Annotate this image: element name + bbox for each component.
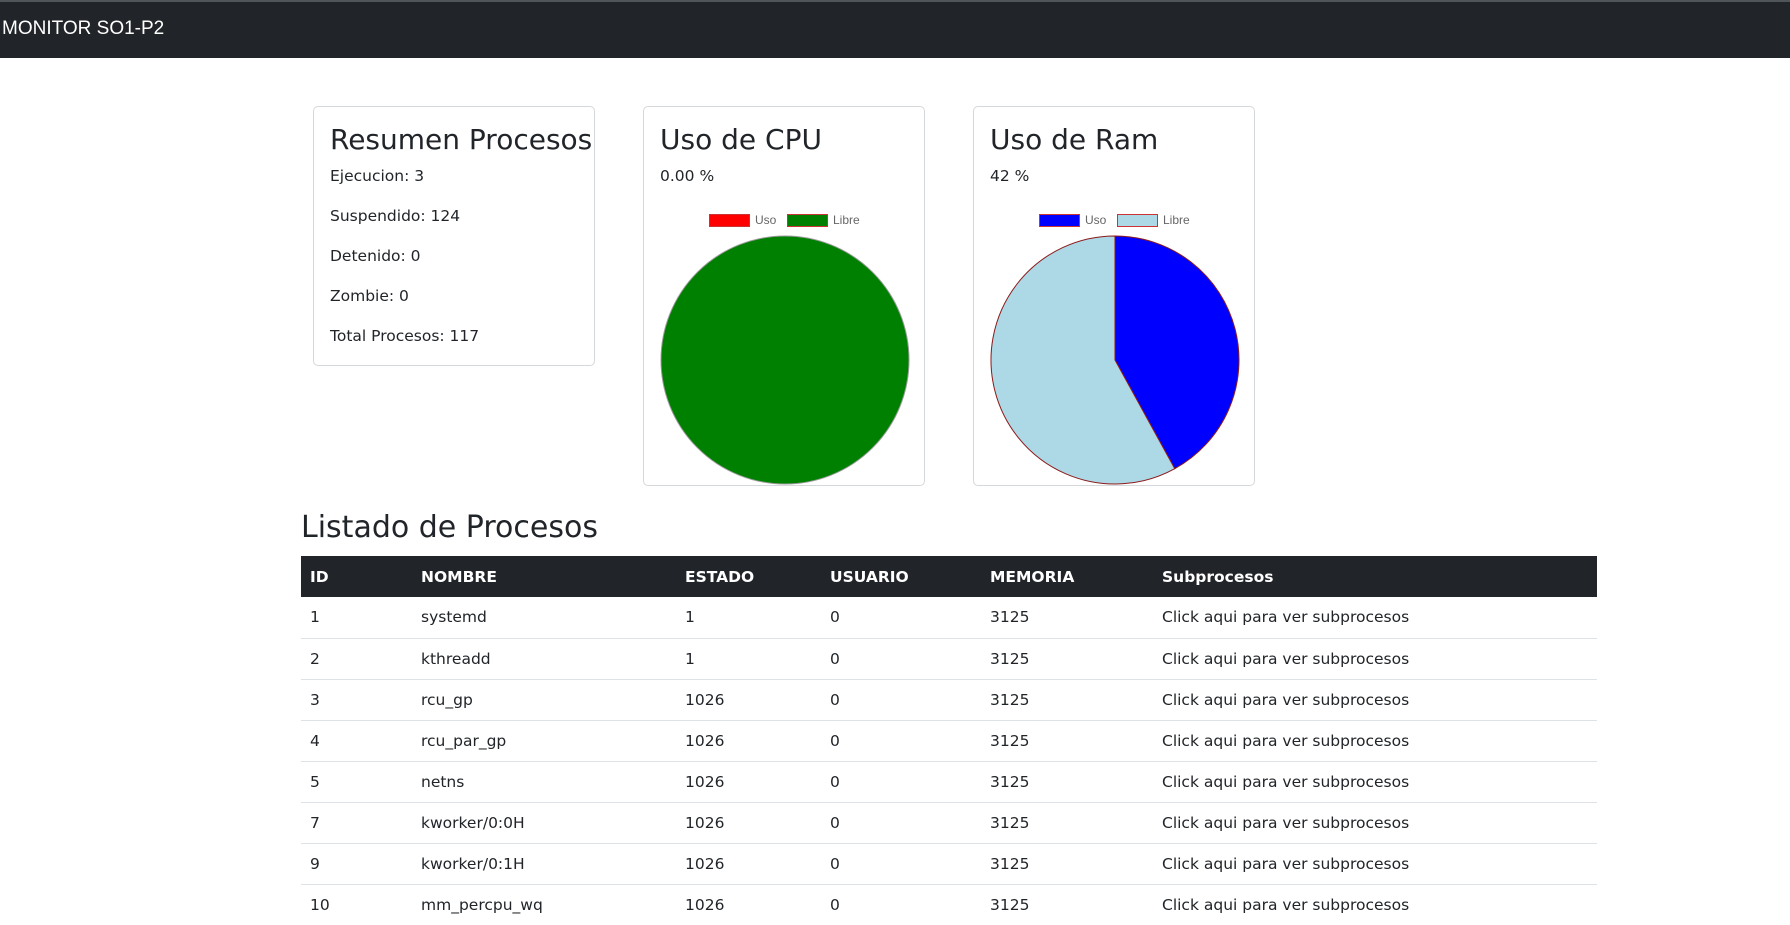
cell-usuario: 0 xyxy=(821,761,981,803)
ram-value: 42 % xyxy=(990,167,1030,185)
subprocess-link[interactable]: Click aqui para ver subprocesos xyxy=(1153,638,1597,680)
ram-legend-uso-label: Uso xyxy=(1085,213,1107,227)
cell-estado: 1 xyxy=(676,638,821,680)
cell-memoria: 3125 xyxy=(981,597,1153,639)
summary-card: Resumen Procesos Ejecucion: 3 Suspendido… xyxy=(313,106,595,366)
header-usuario: USUARIO xyxy=(821,556,981,597)
cell-usuario: 0 xyxy=(821,720,981,762)
cpu-legend: Uso Libre xyxy=(644,212,924,228)
cell-usuario: 0 xyxy=(821,843,981,885)
cell-memoria: 3125 xyxy=(981,720,1153,762)
ram-legend-uso-swatch xyxy=(1039,214,1080,227)
cpu-legend-uso-label: Uso xyxy=(755,213,777,227)
cell-nombre: mm_percpu_wq xyxy=(412,884,676,925)
cell-estado: 1026 xyxy=(676,679,821,721)
cell-nombre: rcu_gp xyxy=(412,679,676,721)
process-table: ID NOMBRE ESTADO USUARIO MEMORIA Subproc… xyxy=(301,556,1597,925)
subprocess-link[interactable]: Click aqui para ver subprocesos xyxy=(1153,761,1597,803)
cell-usuario: 0 xyxy=(821,597,981,639)
subprocess-link[interactable]: Click aqui para ver subprocesos xyxy=(1153,597,1597,639)
header-memoria: MEMORIA xyxy=(981,556,1153,597)
cell-memoria: 3125 xyxy=(981,802,1153,844)
cell-usuario: 0 xyxy=(821,638,981,680)
table-row: 7 kworker/0:0H 1026 0 3125 Click aqui para ve… xyxy=(301,802,1597,844)
cell-memoria: 3125 xyxy=(981,843,1153,885)
process-table-body: 1 systemd 1 0 3125 Click aqui para ver subpro… xyxy=(301,597,1597,925)
subprocess-link[interactable]: Click aqui para ver subprocesos xyxy=(1153,884,1597,925)
cpu-card: Uso de CPU 0.00 % Uso Libre xyxy=(643,106,925,486)
subprocess-link[interactable]: Click aqui para ver subprocesos xyxy=(1153,679,1597,721)
cell-memoria: 3125 xyxy=(981,679,1153,721)
summary-suspendido: Suspendido: 124 xyxy=(330,207,461,225)
ram-legend-libre-label: Libre xyxy=(1163,213,1190,227)
cpu-pie-chart xyxy=(660,235,910,485)
cell-estado: 1026 xyxy=(676,720,821,762)
cpu-value: 0.00 % xyxy=(660,167,715,185)
ram-pie-chart xyxy=(990,235,1240,485)
cell-estado: 1026 xyxy=(676,761,821,803)
ram-title: Uso de Ram xyxy=(990,123,1159,156)
cell-usuario: 0 xyxy=(821,884,981,925)
cell-nombre: systemd xyxy=(412,597,676,639)
subprocess-link[interactable]: Click aqui para ver subprocesos xyxy=(1153,720,1597,762)
cell-id: 5 xyxy=(301,761,412,803)
table-row: 1 systemd 1 0 3125 Click aqui para ver subpro… xyxy=(301,597,1597,639)
header-estado: ESTADO xyxy=(676,556,821,597)
table-row: 4 rcu_par_gp 1026 0 3125 Click aqui para ver … xyxy=(301,720,1597,762)
cell-usuario: 0 xyxy=(821,679,981,721)
summary-total: Total Procesos: 117 xyxy=(330,327,480,345)
ram-legend-libre-swatch xyxy=(1117,214,1158,227)
summary-ejecucion: Ejecucion: 3 xyxy=(330,167,425,185)
subprocess-link[interactable]: Click aqui para ver subprocesos xyxy=(1153,802,1597,844)
cell-estado: 1 xyxy=(676,597,821,639)
table-row: 3 rcu_gp 1026 0 3125 Click aqui para ver subp… xyxy=(301,679,1597,721)
cell-nombre: kworker/0:1H xyxy=(412,843,676,885)
cpu-pie-slice-libre[interactable] xyxy=(660,235,910,485)
navbar: MONITOR SO1-P2 xyxy=(0,0,1790,58)
cell-nombre: kworker/0:0H xyxy=(412,802,676,844)
cpu-legend-libre-swatch xyxy=(787,214,828,227)
summary-title: Resumen Procesos xyxy=(330,123,593,156)
process-list-title: Listado de Procesos xyxy=(301,510,598,545)
cell-id: 3 xyxy=(301,679,412,721)
cell-id: 7 xyxy=(301,802,412,844)
summary-detenido: Detenido: 0 xyxy=(330,247,421,265)
cell-nombre: kthreadd xyxy=(412,638,676,680)
cell-id: 9 xyxy=(301,843,412,885)
ram-card: Uso de Ram 42 % Uso Libre xyxy=(973,106,1255,486)
cell-nombre: rcu_par_gp xyxy=(412,720,676,762)
cell-memoria: 3125 xyxy=(981,638,1153,680)
header-subprocesos: Subprocesos xyxy=(1153,556,1597,597)
cell-estado: 1026 xyxy=(676,884,821,925)
subprocess-link[interactable]: Click aqui para ver subprocesos xyxy=(1153,843,1597,885)
table-row: 10 mm_percpu_wq 1026 0 3125 Click aqui para v… xyxy=(301,884,1597,925)
cell-usuario: 0 xyxy=(821,802,981,844)
table-row: 5 netns 1026 0 3125 Click aqui para ver subpr… xyxy=(301,761,1597,803)
cell-nombre: netns xyxy=(412,761,676,803)
cell-memoria: 3125 xyxy=(981,884,1153,925)
header-nombre: NOMBRE xyxy=(412,556,676,597)
cell-id: 1 xyxy=(301,597,412,639)
header-id: ID xyxy=(301,556,412,597)
cell-estado: 1026 xyxy=(676,802,821,844)
table-row: 9 kworker/0:1H 1026 0 3125 Click aqui para ve… xyxy=(301,843,1597,885)
table-header-row: ID NOMBRE ESTADO USUARIO MEMORIA Subproc… xyxy=(301,556,1597,597)
cell-id: 4 xyxy=(301,720,412,762)
cell-id: 10 xyxy=(301,884,412,925)
cell-id: 2 xyxy=(301,638,412,680)
table-row: 2 kthreadd 1 0 3125 Click aqui para ver subpr… xyxy=(301,638,1597,680)
cpu-title: Uso de CPU xyxy=(660,123,822,156)
summary-zombie: Zombie: 0 xyxy=(330,287,409,305)
cell-estado: 1026 xyxy=(676,843,821,885)
cpu-legend-uso-swatch xyxy=(709,214,750,227)
ram-legend: Uso Libre xyxy=(974,212,1254,228)
cell-memoria: 3125 xyxy=(981,761,1153,803)
navbar-brand[interactable]: MONITOR SO1-P2 xyxy=(2,18,164,40)
cpu-legend-libre-label: Libre xyxy=(833,213,860,227)
